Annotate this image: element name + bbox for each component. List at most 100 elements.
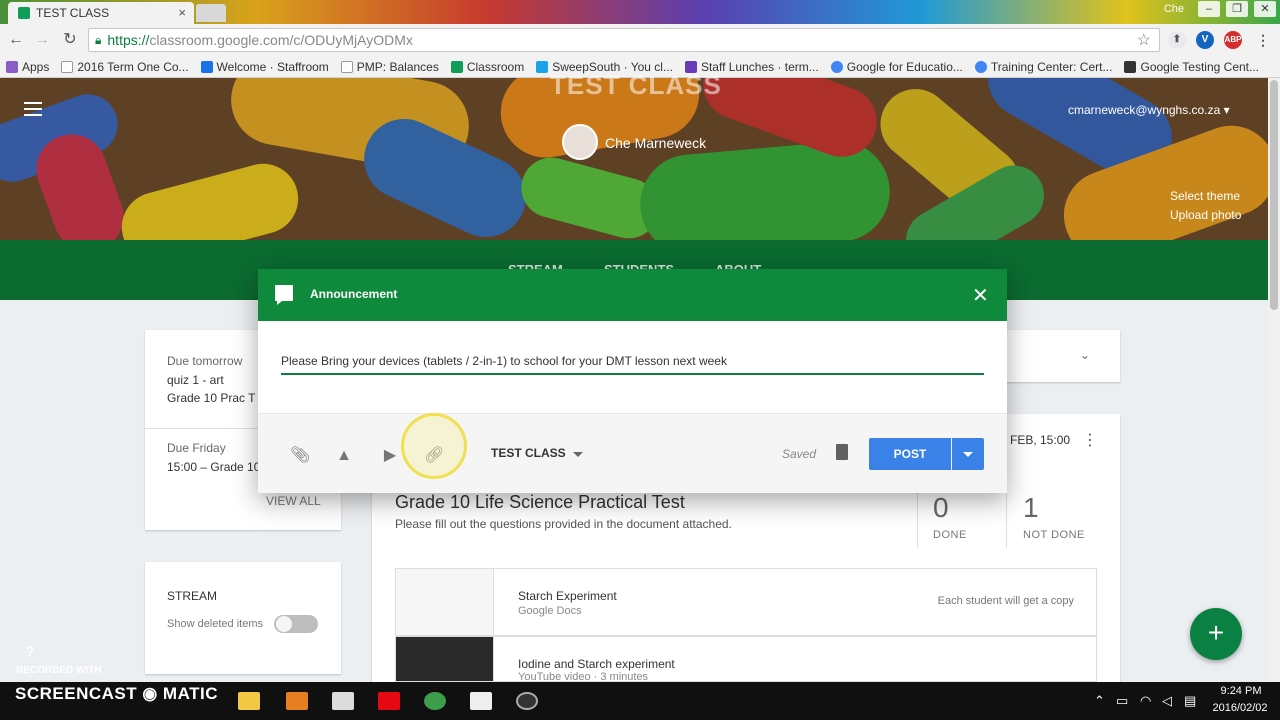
chrome-icon[interactable] <box>424 692 446 710</box>
address-bar[interactable]: 🔒︎ https://classroom.google.com/c/ODUyMj… <box>88 28 1160 52</box>
show-deleted-label: Show deleted items <box>167 618 263 630</box>
testing-center-icon <box>1124 60 1137 73</box>
attachment-title: Starch Experiment <box>518 589 617 603</box>
bookmark-staffroom[interactable]: Welcome · Staffroom <box>200 60 329 74</box>
teacher-name: Che Marneweck <box>605 135 707 151</box>
cursor-highlight <box>401 413 467 479</box>
bookmark-term-one[interactable]: 2016 Term One Co... <box>61 60 189 74</box>
assignment-description: Please fill out the questions provided i… <box>395 517 732 531</box>
google-icon <box>830 60 843 73</box>
dialog-footer: 📎︎ ▲ ▶ 🔗︎ TEST CLASS Saved POST <box>258 413 1007 493</box>
adblock-icon[interactable]: ABP <box>1224 31 1242 49</box>
clock-time[interactable]: 9:24 PM <box>1216 685 1266 697</box>
attachment-starch-doc[interactable]: Starch Experiment Google Docs Each stude… <box>395 568 1097 636</box>
assignment-due-time: FEB, 15:00 <box>1010 433 1071 447</box>
bookmark-google-education[interactable]: Google for Educatio... <box>830 60 963 74</box>
done-label: DONE <box>933 529 967 541</box>
bookmark-testing-center[interactable]: Google Testing Cent... <box>1124 60 1259 74</box>
post-options-dropdown[interactable] <box>952 438 984 470</box>
attachment-type: Google Docs <box>518 605 582 617</box>
window-controls: – ❐ ✕ <box>1198 1 1276 17</box>
youtube-icon[interactable]: ▶ <box>380 446 400 466</box>
notifications-icon[interactable]: ▤ <box>1184 693 1196 709</box>
forward-icon[interactable]: → <box>32 30 52 50</box>
upcoming-item[interactable]: quiz 1 - art <box>167 373 224 387</box>
tab-close-icon[interactable]: × <box>178 5 186 20</box>
assignment-title[interactable]: Grade 10 Life Science Practical Test <box>395 492 685 513</box>
screencast-app-icon[interactable] <box>516 692 538 710</box>
announcement-text-field[interactable]: Please Bring your devices (tablets / 2-i… <box>281 349 984 375</box>
upcoming-item[interactable]: 15:00 – Grade 10 <box>167 460 260 474</box>
upcoming-item[interactable]: Grade 10 Prac T <box>167 391 256 405</box>
scrollbar-thumb[interactable] <box>1270 80 1278 310</box>
google-drive-icon[interactable]: ▲ <box>334 446 354 466</box>
url-path: classroom.google.com/c/ODUyMjAyODMx <box>149 32 413 48</box>
view-all-link[interactable]: VIEW ALL <box>266 494 321 508</box>
bookmark-classroom[interactable]: Classroom <box>450 60 524 74</box>
netflix-icon[interactable] <box>378 692 400 710</box>
video-thumbnail <box>396 637 494 681</box>
post-more-options-icon[interactable]: ⋮ <box>1082 430 1098 450</box>
browser-tab-test-class[interactable]: TEST CLASS × <box>8 2 194 24</box>
upload-photo-link[interactable]: Upload photo <box>1170 208 1241 222</box>
announcement-dialog: Announcement ✕ Please Bring your devices… <box>258 269 1007 493</box>
help-icon[interactable]: ? <box>26 643 35 659</box>
add-post-fab-button[interactable]: + <box>1190 608 1242 660</box>
account-menu[interactable]: cmarneweck@wynghs.co.za ▾ <box>1068 103 1230 117</box>
chevron-down-icon[interactable]: ⌄ <box>1080 348 1090 362</box>
classroom-icon <box>450 60 463 73</box>
dialog-header: Announcement ✕ <box>258 269 1007 321</box>
volume-icon[interactable]: ◁ <box>1162 693 1172 709</box>
chrome-menu-icon[interactable]: ⋮ <box>1254 31 1272 49</box>
page-icon <box>61 60 74 73</box>
minimize-icon[interactable]: – <box>1198 1 1220 17</box>
vlc-icon[interactable] <box>286 692 308 710</box>
back-icon[interactable]: ← <box>6 30 26 50</box>
file-explorer-icon[interactable] <box>238 692 260 710</box>
battery-icon[interactable]: ▭ <box>1116 693 1128 709</box>
movie-maker-icon[interactable] <box>470 692 492 710</box>
bookmark-star-icon[interactable]: ☆ <box>1137 30 1151 50</box>
reload-icon[interactable]: ↻ <box>60 30 80 50</box>
url-scheme: https:// <box>107 32 150 48</box>
hamburger-menu-icon[interactable] <box>24 102 42 120</box>
done-count[interactable]: 0 <box>933 492 949 524</box>
due-tomorrow-label: Due tomorrow <box>167 354 243 368</box>
trash-icon[interactable] <box>836 444 848 460</box>
attachment-note: Each student will get a copy <box>937 595 1074 607</box>
apps-grid-icon <box>6 60 18 73</box>
class-selector[interactable]: TEST CLASS <box>491 446 566 460</box>
attachment-title: Iodine and Starch experiment <box>518 657 675 671</box>
new-tab-button[interactable] <box>196 4 226 22</box>
window-user-label[interactable]: Che <box>1164 3 1184 15</box>
extension-icon[interactable]: ⬆ <box>1168 31 1186 49</box>
bookmark-apps[interactable]: Apps <box>6 60 49 74</box>
attachment-youtube-video[interactable]: Iodine and Starch experiment YouTube vid… <box>395 636 1097 683</box>
stream-heading: STREAM <box>167 589 218 603</box>
store-icon[interactable] <box>332 692 354 710</box>
share-card: ⌄ <box>1000 330 1120 382</box>
not-done-count[interactable]: 1 <box>1023 492 1039 524</box>
clock-date[interactable]: 2016/02/02 <box>1210 702 1270 714</box>
bookmark-training-center[interactable]: Training Center: Cert... <box>974 60 1112 74</box>
sweepsouth-icon <box>536 60 549 73</box>
paperclip-attach-icon[interactable]: 📎︎ <box>290 446 310 466</box>
lock-icon: 🔒︎ <box>95 32 102 47</box>
screencast-watermark: SCREENCAST ◉ MATIC <box>15 684 218 703</box>
dialog-title: Announcement <box>310 287 398 301</box>
close-icon[interactable]: ✕ <box>972 283 989 308</box>
post-button[interactable]: POST <box>869 438 951 470</box>
wifi-icon[interactable]: ◠ <box>1140 693 1151 709</box>
bookmark-pmp-balances[interactable]: PMP: Balances <box>340 60 439 74</box>
show-deleted-toggle[interactable] <box>274 615 318 633</box>
staffroom-icon <box>200 60 213 73</box>
close-window-icon[interactable]: ✕ <box>1254 1 1276 17</box>
teacher-avatar <box>562 124 598 160</box>
vpn-extension-icon[interactable]: V <box>1196 31 1214 49</box>
due-friday-label: Due Friday <box>167 441 226 455</box>
maximize-icon[interactable]: ❐ <box>1226 1 1248 17</box>
select-theme-link[interactable]: Select theme <box>1170 189 1240 203</box>
google-icon <box>974 60 987 73</box>
tray-chevron-icon[interactable]: ⌃ <box>1094 693 1105 709</box>
chevron-down-icon[interactable] <box>573 452 583 457</box>
